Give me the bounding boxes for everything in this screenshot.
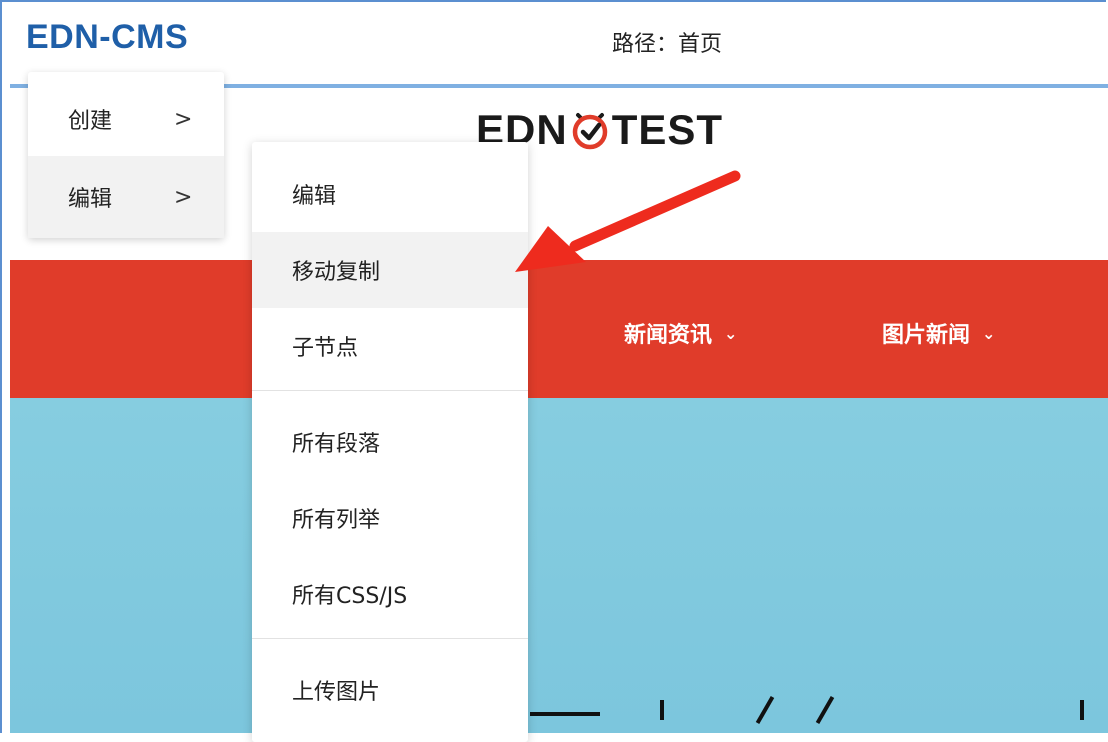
- menu-item-label: 子节点: [292, 336, 359, 361]
- breadcrumb: 路径：首页: [612, 32, 723, 57]
- hero-text-fragment: [815, 696, 835, 724]
- submenu-item-all-lists[interactable]: 所有列举: [252, 480, 528, 556]
- menu-item-label: 所有段落: [292, 432, 381, 457]
- menu-divider: [252, 390, 528, 391]
- nav-item-label: 图片新闻: [882, 323, 971, 348]
- chevron-down-icon: ⌄: [724, 323, 738, 343]
- hero-banner: [10, 398, 1108, 733]
- chevron-down-icon: ⌄: [982, 323, 996, 343]
- menu-divider: [252, 638, 528, 639]
- menu-item-label: 编辑: [68, 187, 113, 212]
- menu-item-label: 上传图片: [292, 680, 381, 705]
- hero-text-fragment: [660, 700, 664, 720]
- menu-item-label: 创建: [68, 109, 113, 134]
- menu-item-label: 所有CSS/JS: [292, 584, 408, 609]
- logo-text-right: TEST: [611, 106, 724, 153]
- app-brand[interactable]: EDN-CMS: [26, 18, 188, 57]
- submenu-item-move-copy[interactable]: 移动复制: [252, 232, 528, 308]
- submenu-item-child-nodes[interactable]: 子节点: [252, 308, 528, 384]
- nav-item-news[interactable]: 新闻资讯 ⌄: [624, 317, 737, 349]
- submenu-item-all-paragraphs[interactable]: 所有段落: [252, 404, 528, 480]
- submenu-item-all-css-js[interactable]: 所有CSS/JS: [252, 556, 528, 632]
- menu-item-label: 编辑: [292, 184, 337, 209]
- menu-item-create[interactable]: 创建 >: [28, 78, 224, 160]
- check-circle-icon: [572, 113, 607, 150]
- chevron-right-icon: >: [174, 184, 193, 210]
- menu-item-label: 移动复制: [292, 260, 381, 285]
- hero-text-fragment: [530, 712, 600, 716]
- edit-submenu: 编辑 移动复制 子节点 所有段落 所有列举 所有CSS/JS 上传图片: [252, 142, 528, 742]
- menu-item-edit[interactable]: 编辑 >: [28, 156, 224, 238]
- submenu-item-upload-image[interactable]: 上传图片: [252, 652, 528, 728]
- hero-text-fragment: [1080, 700, 1084, 720]
- context-menu: 创建 > 编辑 >: [28, 72, 224, 238]
- site-nav-bar: 新闻资讯 ⌄ 图片新闻 ⌄: [10, 260, 1108, 398]
- chevron-right-icon: >: [174, 106, 193, 132]
- hero-text-fragment: [755, 696, 775, 724]
- nav-item-label: 新闻资讯: [624, 323, 713, 348]
- submenu-item-edit[interactable]: 编辑: [252, 156, 528, 232]
- menu-item-label: 所有列举: [292, 508, 381, 533]
- nav-item-photo-news[interactable]: 图片新闻 ⌄: [882, 317, 995, 349]
